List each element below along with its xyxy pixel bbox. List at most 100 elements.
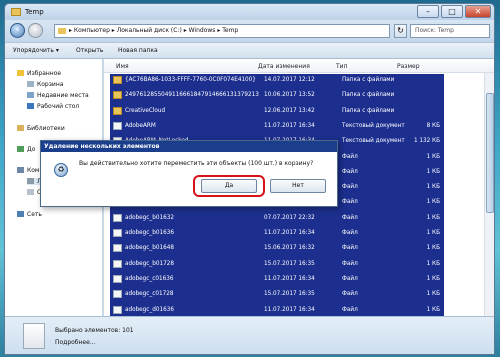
file-type: Папка с файлами [342, 77, 395, 83]
file-date: 15.07.2017 16:35 [264, 291, 315, 298]
file-type: Текстовый документ [342, 138, 405, 145]
file-row[interactable]: adobegc_b01636 11.07.2017 16:34 Файл 1 КБ [110, 228, 444, 239]
back-button[interactable]: ‹ [10, 23, 25, 38]
nav-homegroup[interactable]: До [17, 146, 35, 153]
search-input[interactable]: Поиск: Temp [410, 24, 490, 38]
minimize-button[interactable]: – [417, 5, 439, 18]
folder-icon [11, 8, 21, 16]
file-name: adobegc_c01636 [125, 275, 174, 282]
vertical-scrollbar[interactable] [484, 73, 494, 316]
file-row[interactable]: adobegc_c01636 11.07.2017 16:34 Файл 1 КБ [110, 274, 444, 285]
file-size: 1 КБ [426, 184, 440, 191]
file-name: CreativeCloud [125, 107, 166, 114]
address-field[interactable]: ▸ Компьютер ▸ Локальный диск (C:) ▸ Wind… [54, 24, 390, 38]
file-row[interactable]: adobegc_d01636 11.07.2017 16:34 Файл 1 КБ [110, 305, 444, 316]
file-date: 12.06.2017 13:42 [264, 107, 315, 114]
recycle-bin-icon [27, 81, 34, 87]
file-type: Файл [342, 245, 358, 252]
nav-network[interactable]: Сеть [17, 211, 42, 218]
organize-button[interactable]: Упорядочить ▾ [13, 47, 59, 54]
file-size: 1 КБ [426, 245, 440, 252]
file-size: 1 КБ [426, 168, 440, 175]
file-size: 1 КБ [426, 230, 440, 236]
file-icon [113, 229, 122, 237]
file-icon [113, 290, 122, 299]
file-type: Файл [342, 275, 358, 282]
file-type: Папка с файлами [342, 92, 395, 99]
window-title: Temp [25, 8, 44, 16]
file-row[interactable]: adobegc_b01648 15.06.2017 16:32 Файл 1 КБ [110, 243, 444, 254]
column-modified[interactable]: Дата изменения [258, 63, 310, 70]
nav-recent-places[interactable]: Недавние места [27, 92, 89, 99]
close-button[interactable]: ✕ [465, 5, 491, 18]
file-date: 11.07.2017 16:34 [264, 275, 315, 282]
folder-icon [113, 91, 122, 100]
file-type: Папка с файлами [342, 107, 395, 114]
address-path: ▸ Компьютер ▸ Локальный диск (C:) ▸ Wind… [69, 27, 239, 34]
nav-computer[interactable]: Ком [17, 167, 39, 174]
file-type: Файл [342, 214, 358, 221]
folder-icon [113, 76, 122, 84]
file-icon [113, 213, 122, 222]
file-icon [113, 305, 122, 314]
folder-icon [58, 28, 66, 34]
file-row[interactable]: {AC76BA86-1033-FFFF-7760-0C0F074E4100} 14… [110, 75, 444, 86]
library-icon [17, 125, 24, 131]
file-row[interactable]: adobegc_b01728 15.07.2017 16:35 Файл 1 КБ [110, 259, 444, 270]
file-size: 1 132 КБ [413, 138, 440, 145]
address-bar: ‹ › ▸ Компьютер ▸ Локальный диск (C:) ▸ … [5, 20, 494, 42]
file-icon [113, 244, 122, 253]
nav-recycle-bin[interactable]: Корзина [27, 81, 63, 88]
file-row[interactable]: CreativeCloud 12.06.2017 13:42 Папка с фай… [110, 106, 444, 117]
open-button[interactable]: Открыть [76, 47, 103, 54]
file-preview-icon [23, 323, 45, 349]
dialog-title[interactable]: Удаление нескольких элементов [41, 141, 337, 152]
column-name[interactable]: Имя [116, 63, 129, 70]
file-size: 1 КБ [426, 306, 440, 313]
file-name: adobegc_b01648 [125, 245, 174, 252]
details-link[interactable]: Подробнее... [55, 339, 96, 346]
forward-button[interactable]: › [28, 23, 43, 38]
file-date: 15.07.2017 16:35 [264, 260, 315, 267]
drive-icon [27, 189, 34, 195]
file-type: Файл [342, 260, 358, 267]
scrollbar-thumb[interactable] [486, 93, 494, 213]
file-row[interactable]: adobegc_b01632 07.07.2017 22:32 Файл 1 КБ [110, 213, 444, 224]
file-type: Файл [342, 199, 358, 206]
command-toolbar: Упорядочить ▾ Открыть Новая папка [5, 42, 494, 59]
column-header: Имя Дата изменения Тип Размер [104, 59, 494, 73]
drive-icon [27, 178, 34, 184]
file-size: 1 КБ [426, 214, 440, 221]
desktop-icon [27, 103, 34, 109]
file-name: adobegc_b01636 [125, 230, 174, 236]
no-button[interactable]: Нет [270, 179, 326, 193]
file-row[interactable]: adobegc_c01728 15.07.2017 16:35 Файл 1 КБ [110, 289, 444, 300]
maximize-button[interactable]: □ [441, 5, 463, 18]
file-icon [113, 274, 122, 283]
recycle-bin-icon: ♻ [54, 163, 68, 177]
refresh-button[interactable]: ↻ [394, 24, 407, 38]
file-size: 1 КБ [426, 260, 440, 267]
nav-desktop[interactable]: Рабочий стол [27, 103, 79, 110]
file-name: adobegc_c01728 [125, 291, 174, 298]
selected-count: Выбрано элементов: 101 [55, 327, 134, 334]
star-icon [17, 70, 24, 76]
file-row[interactable]: AdobeARM 11.07.2017 16:34 Текстовый докуме… [110, 121, 444, 132]
network-icon [17, 211, 24, 217]
new-folder-button[interactable]: Новая папка [118, 47, 158, 54]
file-date: 15.06.2017 16:32 [264, 245, 315, 252]
file-size: 1 КБ [426, 199, 440, 206]
file-size: 1 КБ [426, 153, 440, 160]
file-date: 07.07.2017 22:32 [264, 214, 315, 221]
title-bar[interactable]: Temp – □ ✕ [5, 4, 494, 20]
nav-favorites[interactable]: Избранное [17, 70, 61, 77]
yes-button[interactable]: Да [201, 179, 257, 193]
nav-libraries[interactable]: Библиотеки [17, 125, 65, 132]
file-row[interactable]: 2497612855049116661847914666131379213 10.… [110, 90, 444, 101]
file-name: {AC76BA86-1033-FFFF-7760-0C0F074E4100} [125, 77, 256, 83]
file-name: adobegc_b01728 [125, 260, 174, 267]
column-size[interactable]: Размер [397, 63, 420, 70]
file-name: adobegc_b01632 [125, 214, 174, 221]
folder-icon [113, 106, 122, 115]
column-type[interactable]: Тип [336, 63, 348, 70]
